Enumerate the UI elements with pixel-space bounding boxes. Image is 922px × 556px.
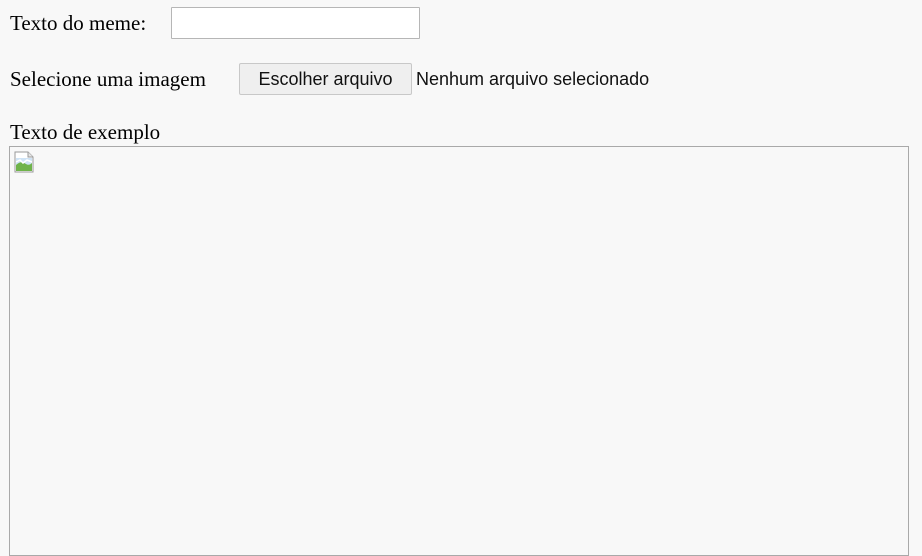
choose-file-button[interactable]: Escolher arquivo bbox=[239, 63, 412, 95]
example-text: Texto de exemplo bbox=[10, 120, 161, 144]
broken-image-icon bbox=[14, 151, 34, 173]
meme-text-label: Texto do meme: bbox=[10, 11, 147, 35]
image-select-label: Selecione uma imagem bbox=[10, 67, 206, 91]
meme-text-input[interactable] bbox=[171, 7, 420, 39]
meme-preview-frame bbox=[9, 146, 909, 556]
no-file-status: Nenhum arquivo selecionado bbox=[416, 69, 650, 89]
